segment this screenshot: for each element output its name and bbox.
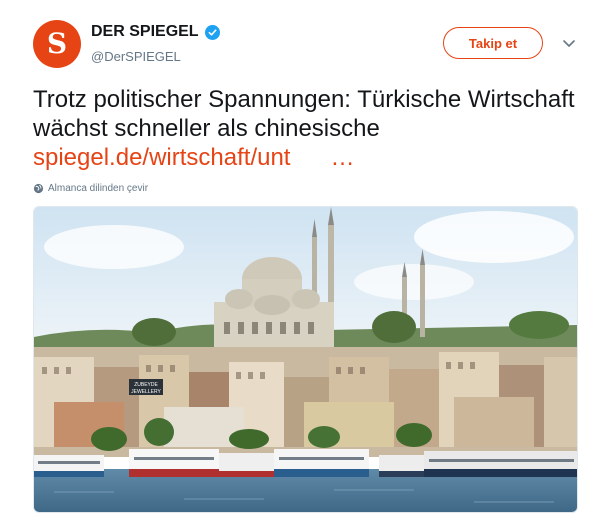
photo-sign-line-2: JEWELLERY (131, 389, 161, 395)
tweet-body: Trotz politischer Spannungen: Türkische … (33, 86, 575, 142)
istanbul-skyline-image: ZUBEYDE JEWELLERY (34, 207, 577, 512)
tweet-photo[interactable]: ZUBEYDE JEWELLERY (33, 206, 578, 513)
tweet-link-url[interactable]: spiegel.de/wirtschaft/unt (33, 144, 290, 171)
verified-badge-icon (204, 24, 220, 40)
account-info: DER SPIEGEL @DerSPIEGEL (91, 23, 220, 64)
tweet-text: Trotz politischer Spannungen: Türkische … (33, 85, 578, 172)
translate-label[interactable]: Almanca dilinden çevir (48, 183, 148, 194)
translate-link[interactable]: Almanca dilinden çevir (33, 183, 148, 194)
tweet-link-ellipsis[interactable]: … (330, 144, 354, 171)
tweet-link[interactable]: spiegel.de/wirtschaft/unt … (33, 143, 578, 172)
follow-button[interactable]: Takip et (443, 27, 543, 59)
photo-sign-line-1: ZUBEYDE (134, 382, 158, 388)
avatar-letter: S (46, 27, 68, 60)
avatar[interactable]: S (33, 20, 81, 68)
display-name[interactable]: DER SPIEGEL (91, 23, 199, 41)
globe-icon (33, 183, 44, 194)
handle[interactable]: @DerSPIEGEL (91, 49, 220, 64)
display-name-row[interactable]: DER SPIEGEL (91, 23, 220, 41)
chevron-down-icon[interactable] (562, 37, 576, 49)
